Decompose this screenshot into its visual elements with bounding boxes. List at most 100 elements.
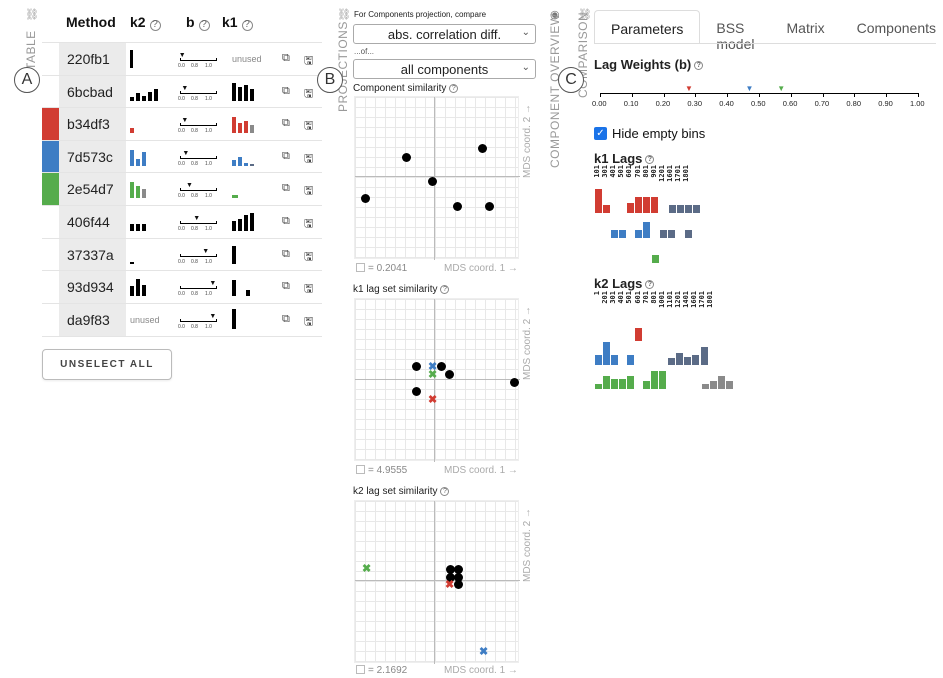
lag-bar[interactable] [603, 342, 610, 365]
help-icon[interactable]: ? [694, 61, 704, 71]
scatter-point[interactable] [454, 580, 463, 589]
lag-bar[interactable] [685, 230, 692, 238]
lag-bar[interactable] [643, 222, 650, 238]
help-icon[interactable]: ? [149, 19, 161, 31]
save-icon[interactable]: 🖫 [304, 52, 316, 67]
copy-icon[interactable]: ⧉ [282, 215, 294, 228]
copy-icon[interactable]: ⧉ [282, 150, 294, 163]
method-id[interactable]: b34df3 [59, 108, 126, 141]
selected-point-marker[interactable]: ✖ [362, 564, 371, 575]
copy-icon[interactable]: ⧉ [282, 248, 294, 261]
save-icon[interactable]: 🖫 [304, 215, 316, 230]
lag-bar[interactable] [635, 328, 642, 341]
component-select[interactable]: all components ⌄ [353, 59, 536, 79]
method-id[interactable]: 2e54d7 [59, 173, 126, 206]
lag-bar[interactable] [693, 205, 700, 213]
k2-similarity-plot[interactable]: ✖ ✖ ✖ [354, 500, 520, 664]
lag-weight-marker[interactable]: ▼ [777, 84, 785, 93]
lag-bar[interactable] [619, 379, 626, 389]
component-overview-label[interactable]: COMPONENT OVERVIEW [548, 13, 562, 168]
lag-bar[interactable] [635, 230, 642, 238]
lag-bar[interactable] [710, 381, 717, 389]
lag-weight-marker[interactable]: ▼ [685, 84, 693, 93]
copy-icon[interactable]: ⧉ [282, 182, 294, 195]
lag-bar[interactable] [668, 358, 675, 365]
lag-bar[interactable] [677, 205, 684, 213]
save-icon[interactable]: 🖫 [304, 280, 316, 295]
lag-bar[interactable] [627, 376, 634, 389]
lag-bar[interactable] [611, 230, 618, 238]
table-row[interactable]: 37337a ▼ 0.0 0.8 1.0 ⧉ 🖫 [42, 237, 322, 271]
lag-bar[interactable] [651, 371, 658, 389]
lag-bar[interactable] [684, 357, 691, 365]
scatter-point[interactable] [361, 194, 370, 203]
lag-bar[interactable] [627, 203, 634, 213]
lag-bar[interactable] [611, 355, 618, 365]
tab-components[interactable]: Components [841, 10, 943, 44]
table-row[interactable]: 7d573c ▼ 0.0 0.8 1.0 ⧉ 🖫 [42, 139, 322, 173]
scatter-point[interactable] [445, 370, 454, 379]
lag-bar[interactable] [619, 230, 626, 238]
copy-icon[interactable]: ⧉ [282, 280, 294, 293]
save-icon[interactable]: 🖫 [304, 85, 316, 100]
selected-point-marker[interactable]: ✖ [428, 370, 437, 381]
copy-icon[interactable]: ⧉ [282, 52, 294, 65]
copy-icon[interactable]: ⧉ [282, 313, 294, 326]
help-icon[interactable]: ? [440, 284, 450, 294]
table-row[interactable]: b34df3 ▼ 0.0 0.8 1.0 ⧉ 🖫 [42, 107, 322, 141]
lag-bar[interactable] [669, 205, 676, 213]
lag-bar[interactable] [726, 381, 733, 389]
scatter-point[interactable] [428, 177, 437, 186]
save-icon[interactable]: 🖫 [304, 117, 316, 132]
lag-weight-marker[interactable]: ▼ [745, 84, 753, 93]
lag-bar[interactable] [603, 376, 610, 389]
help-icon[interactable]: ? [241, 19, 253, 31]
scatter-point[interactable] [412, 387, 421, 396]
lag-bar[interactable] [595, 384, 602, 389]
lag-bar[interactable] [652, 255, 659, 263]
help-icon[interactable]: ? [440, 486, 450, 496]
save-icon[interactable]: 🖫 [304, 313, 316, 328]
copy-icon[interactable]: ⧉ [282, 85, 294, 98]
lag-bar[interactable] [635, 197, 642, 213]
lag-bar[interactable] [676, 353, 683, 365]
lag-bar[interactable] [611, 379, 618, 389]
compare-select[interactable]: abs. correlation diff. ⌄ [353, 24, 536, 44]
lag-bar[interactable] [685, 205, 692, 213]
selected-point-marker[interactable]: ✖ [445, 580, 454, 591]
hide-empty-toggle[interactable]: ✓ Hide empty bins [594, 126, 705, 141]
tab-bss-model[interactable]: BSS model [700, 10, 770, 52]
lag-bar[interactable] [718, 376, 725, 389]
table-row[interactable]: 93d934 ▼ 0.0 0.8 1.0 ⧉ 🖫 [42, 270, 322, 304]
method-id[interactable]: da9f83 [59, 303, 126, 336]
table-row[interactable]: da9f83 unused ▼ 0.0 0.8 1.0 ⧉ 🖫 [42, 302, 322, 336]
scatter-point[interactable] [437, 362, 446, 371]
lag-bar[interactable] [659, 371, 666, 389]
scatter-point[interactable] [478, 144, 487, 153]
unlink-icon[interactable]: ⛓ [25, 8, 39, 21]
table-row[interactable]: 406f44 ▼ 0.0 0.8 1.0 ⧉ 🖫 [42, 205, 322, 238]
scatter-point[interactable] [453, 202, 462, 211]
method-id[interactable]: 7d573c [59, 140, 126, 173]
save-icon[interactable]: 🖫 [304, 182, 316, 197]
k1-similarity-plot[interactable]: ✖ ✖ ✖ [354, 298, 520, 462]
method-id[interactable]: 220fb1 [59, 43, 126, 75]
unselect-all-button[interactable]: UNSELECT ALL [42, 349, 172, 380]
selected-point-marker[interactable]: ✖ [479, 647, 488, 658]
unlink-icon[interactable]: ⛓ [337, 8, 351, 21]
table-row[interactable]: 6bcbad ▼ 0.0 0.8 1.0 ⧉ 🖫 [42, 74, 322, 108]
lag-bar[interactable] [668, 230, 675, 238]
component-similarity-plot[interactable] [354, 96, 520, 260]
lag-bar[interactable] [627, 355, 634, 365]
method-id[interactable]: 37337a [59, 238, 126, 271]
lag-bar[interactable] [702, 384, 709, 389]
scatter-point[interactable] [412, 362, 421, 371]
lag-bar[interactable] [643, 381, 650, 389]
lag-bar[interactable] [643, 197, 650, 213]
lag-bar[interactable] [692, 355, 699, 365]
table-row[interactable]: 2e54d7 ▼ 0.0 0.8 1.0 ⧉ 🖫 [42, 172, 322, 206]
help-icon[interactable]: ? [198, 19, 210, 31]
scatter-point[interactable] [510, 378, 519, 387]
method-id[interactable]: 93d934 [59, 271, 126, 304]
help-icon[interactable]: ? [645, 155, 655, 165]
